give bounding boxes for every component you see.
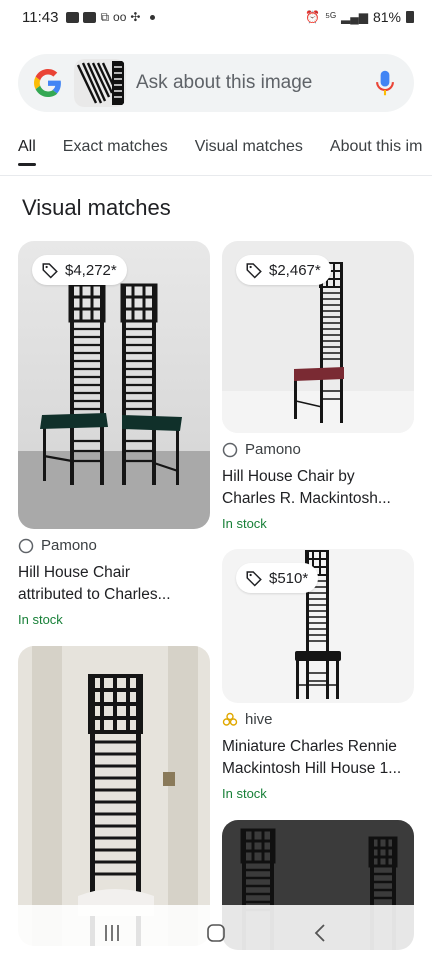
source-name: Pamono	[41, 537, 97, 554]
globe-icon	[18, 538, 34, 553]
status-bar: 11:43 ⧉ oo ✣ ⏰ ⁵ᴳ ▂▄▆ 81%	[0, 0, 432, 34]
tab-visual-matches[interactable]: Visual matches	[195, 128, 303, 175]
result-image[interactable]: $4,272*	[18, 241, 210, 529]
voicemail-icon: oo	[113, 10, 127, 24]
title-line-2: Mackintosh Hill House 1...	[222, 760, 402, 777]
source-name: hive	[245, 711, 273, 728]
tab-about-this-image[interactable]: About this im	[330, 128, 422, 175]
status-time: 11:43	[22, 8, 59, 26]
title-line-2: Charles R. Mackintosh...	[222, 490, 391, 507]
notification-icons: ⧉ oo ✣	[66, 9, 156, 25]
result-source: hive	[222, 711, 414, 728]
section-title: Visual matches	[22, 195, 171, 220]
tab-exact-matches[interactable]: Exact matches	[63, 128, 168, 175]
result-image[interactable]: $510*	[222, 549, 414, 703]
title-line-1: Hill House Chair by	[222, 468, 355, 485]
search-bar[interactable]: Ask about this image	[18, 54, 414, 112]
title-line-1: Miniature Charles Rennie	[222, 738, 397, 755]
stock-status: In stock	[18, 612, 63, 627]
mic-icon[interactable]	[374, 69, 396, 97]
result-card[interactable]: $4,272* Pamono Hill House Chair attribut…	[18, 241, 210, 627]
system-icons: ⏰ ⁵ᴳ ▂▄▆ 81%	[305, 9, 414, 25]
alarm-icon: ⏰	[305, 10, 321, 24]
result-source: Pamono	[18, 537, 210, 554]
result-image[interactable]: $2,467*	[222, 241, 414, 433]
result-title[interactable]: Miniature Charles Rennie Mackintosh Hill…	[222, 736, 414, 780]
battery-icon	[406, 11, 414, 23]
globe-icon	[222, 442, 238, 457]
tag-icon	[246, 263, 262, 279]
result-title[interactable]: Hill House Chair by Charles R. Mackintos…	[222, 466, 414, 510]
recent-apps-icon[interactable]	[92, 913, 132, 953]
price-value: $510*	[269, 569, 309, 587]
title-line-2: attributed to Charles...	[18, 586, 171, 603]
network-icon: ⁵ᴳ	[325, 10, 336, 24]
result-card[interactable]: $510* hive Miniature Charles Rennie Mack…	[222, 549, 414, 801]
stock-status: In stock	[222, 786, 267, 801]
stock-status: In stock	[222, 516, 267, 531]
result-image[interactable]	[18, 646, 210, 946]
result-card[interactable]: $2,467* Pamono Hill House Chair by Charl…	[222, 241, 414, 531]
youtube-icon	[83, 11, 97, 23]
title-line-1: Hill House Chair	[18, 564, 130, 581]
app-icon: ✣	[130, 10, 141, 24]
query-image-thumbnail[interactable]	[74, 59, 126, 107]
price-value: $2,467*	[269, 261, 321, 279]
price-tag: $510*	[236, 563, 319, 593]
battery-level: 81%	[372, 9, 401, 25]
link-icon: ⧉	[100, 9, 110, 24]
result-source: Pamono	[222, 441, 414, 458]
tab-all[interactable]: All	[18, 128, 36, 175]
google-logo-icon	[34, 69, 61, 97]
message-icon	[66, 11, 80, 23]
more-notifications-icon	[150, 14, 156, 20]
result-card[interactable]	[18, 646, 210, 946]
home-icon[interactable]	[196, 913, 236, 953]
result-tabs: All Exact matches Visual matches About t…	[0, 128, 432, 176]
source-name: Pamono	[245, 441, 301, 458]
result-title[interactable]: Hill House Chair attributed to Charles..…	[18, 562, 210, 606]
signal-icon: ▂▄▆	[341, 10, 368, 24]
price-tag: $4,272*	[32, 255, 127, 285]
search-input[interactable]: Ask about this image	[136, 72, 374, 94]
tag-icon	[246, 571, 262, 587]
tag-icon	[42, 263, 58, 279]
price-tag: $2,467*	[236, 255, 331, 285]
back-icon[interactable]	[300, 913, 340, 953]
hive-flower-icon	[222, 712, 238, 726]
price-value: $4,272*	[65, 261, 117, 279]
system-nav-bar	[0, 905, 432, 960]
